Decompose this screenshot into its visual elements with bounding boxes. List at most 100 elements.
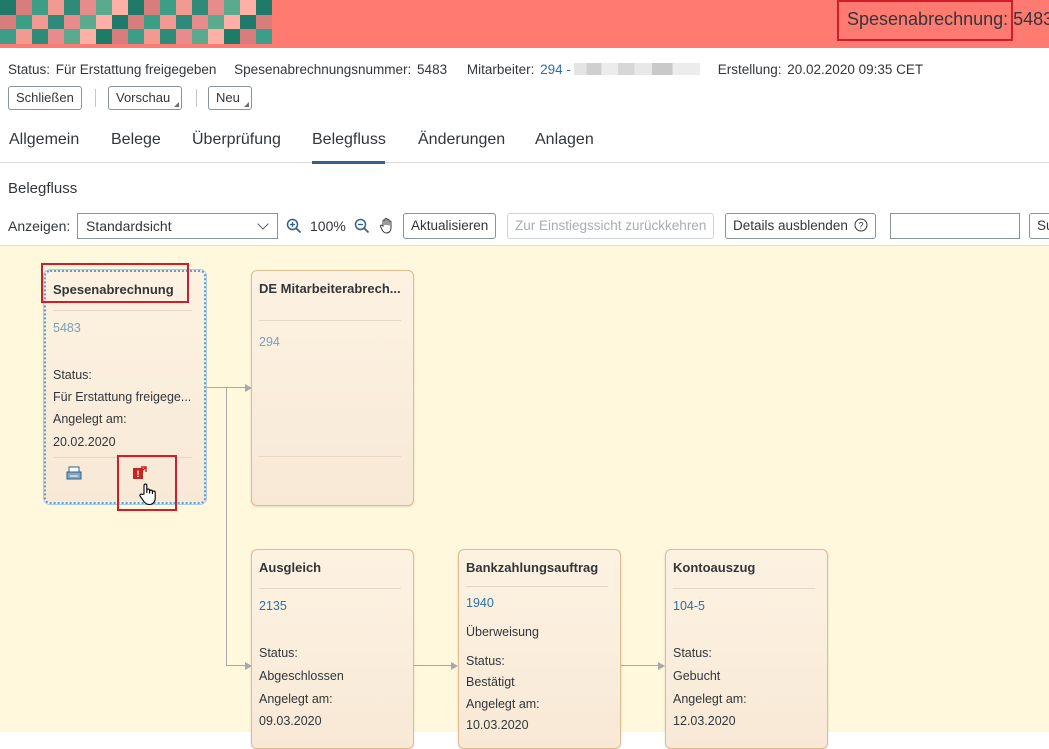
logo-pixel (240, 0, 256, 15)
hide-details-label: Details ausblenden (733, 218, 848, 233)
logo-pixel (144, 29, 160, 44)
node-number-link[interactable]: 104-5 (673, 599, 705, 613)
logo-pixel (160, 0, 176, 15)
logo-pixel (0, 29, 16, 44)
logo-pixel (48, 0, 64, 15)
connector-line (226, 665, 246, 666)
node-number-link[interactable]: 2135 (259, 599, 287, 613)
number-value: 5483 (417, 62, 448, 77)
node-number-link[interactable]: 5483 (53, 321, 81, 335)
zoom-level: 100% (310, 218, 346, 234)
payment-type: Überweisung (466, 625, 539, 639)
logo-pixel (256, 29, 272, 44)
logo-pixel (64, 29, 80, 44)
created-value: 10.03.2020 (466, 718, 529, 732)
created-label: Angelegt am: (466, 697, 540, 711)
logo-pixel (128, 0, 144, 15)
back-to-start-label: Zur Einstiegssicht zurückkehren (515, 218, 707, 233)
back-to-start-button[interactable]: Zur Einstiegssicht zurückkehren (507, 213, 715, 239)
logo-pixel (208, 29, 224, 44)
logo-pixel (80, 14, 96, 30)
logo-pixel (192, 14, 208, 30)
logo-pixel (0, 14, 16, 30)
preview-button-label: Vorschau (116, 90, 171, 105)
view-select[interactable]: Standardsicht (77, 213, 278, 239)
status-value: Für Erstattung freigegeben (55, 62, 217, 77)
logo-pixel (32, 0, 48, 15)
logo-pixel (96, 0, 112, 15)
tab-aenderungen[interactable]: Änderungen (418, 131, 505, 149)
redacted-name (573, 63, 700, 75)
preview-button[interactable]: Vorschau (108, 86, 183, 110)
number-label: Spesenabrechnungsnummer: (234, 62, 412, 77)
search-input[interactable] (890, 213, 1020, 239)
search-button[interactable]: Su (1029, 213, 1049, 239)
status-label: Status: (8, 62, 51, 77)
logo-pixel (160, 29, 176, 44)
tab-belege[interactable]: Belege (111, 131, 161, 149)
created-value: 20.02.2020 (53, 435, 116, 449)
logo-pixel (64, 14, 80, 30)
connector-line (621, 665, 659, 666)
close-button[interactable]: Schließen (8, 86, 82, 110)
document-print-icon[interactable] (66, 466, 82, 481)
divider (259, 456, 401, 457)
tab-anlagen[interactable]: Anlagen (535, 131, 594, 149)
refresh-label: Aktualisieren (411, 218, 489, 233)
node-payroll[interactable]: DE Mitarbeiterabrech... 294 (251, 270, 414, 506)
logo-pixel (208, 0, 224, 15)
logo-pixel (144, 0, 160, 15)
search-button-label: Su (1037, 218, 1049, 233)
status-value: Abgeschlossen (259, 669, 344, 683)
refresh-button[interactable]: Aktualisieren (403, 213, 497, 239)
logo-pixel (112, 29, 128, 44)
created-label: Angelegt am: (53, 412, 127, 426)
logo-pixel (176, 0, 192, 15)
active-tab-indicator (312, 161, 385, 164)
node-bank-payment[interactable]: Bankzahlungsauftrag 1940 Überweisung Sta… (458, 549, 621, 749)
hide-details-button[interactable]: Details ausblenden ? (725, 213, 876, 239)
logo-pixel (96, 29, 112, 44)
logo-pixel (176, 29, 192, 44)
view-select-value: Standardsicht (86, 218, 172, 234)
divider (466, 586, 608, 587)
employee-label: Mitarbeiter: (466, 62, 535, 77)
tab-allgemein[interactable]: Allgemein (9, 131, 79, 149)
tab-belegfluss[interactable]: Belegfluss (312, 131, 386, 149)
zoom-in-icon[interactable] (286, 218, 302, 234)
employee-link[interactable]: 294 - (540, 62, 571, 77)
node-clearing[interactable]: Ausgleich 2135 Status: Abgeschlossen Ang… (251, 549, 414, 749)
logo-pixel (144, 14, 160, 30)
logo-pixel (192, 29, 208, 44)
arrowhead (451, 661, 458, 670)
zoom-out-icon[interactable] (354, 218, 370, 234)
status-label: Status: (53, 368, 92, 382)
node-bank-statement[interactable]: Kontoauszug 104-5 Status: Gebucht Angele… (665, 549, 828, 749)
logo-pixel (80, 29, 96, 44)
logo-pixel (64, 0, 80, 15)
logo-pixel (16, 0, 32, 15)
top-bar: Spesenabrechnung: 5483 (0, 0, 1049, 48)
node-number-link[interactable]: 294 (259, 335, 280, 349)
divider (259, 320, 401, 321)
tab-ueberpruefung[interactable]: Überprüfung (192, 131, 281, 149)
logo-pixel (32, 14, 48, 30)
logo-pixel (192, 0, 208, 15)
created-label: Angelegt am: (259, 692, 333, 706)
separator (95, 89, 96, 107)
logo-pixel (240, 29, 256, 44)
divider (259, 588, 401, 589)
connector-line (414, 665, 452, 666)
new-button[interactable]: Neu (208, 86, 252, 110)
pixelated-logo (0, 0, 272, 44)
logo-pixel (224, 14, 240, 30)
status-value: Für Erstattung freigege... (53, 390, 192, 404)
separator (196, 89, 197, 107)
pan-hand-icon[interactable] (379, 217, 395, 234)
logo-pixel (0, 0, 16, 15)
node-number-link[interactable]: 1940 (466, 596, 494, 610)
logo-pixel (240, 14, 256, 30)
menu-corner-icon (174, 102, 180, 107)
created-value: 20.02.2020 09:35 CET (787, 62, 924, 77)
header-info: Status: Für Erstattung freigegeben Spese… (8, 62, 923, 77)
